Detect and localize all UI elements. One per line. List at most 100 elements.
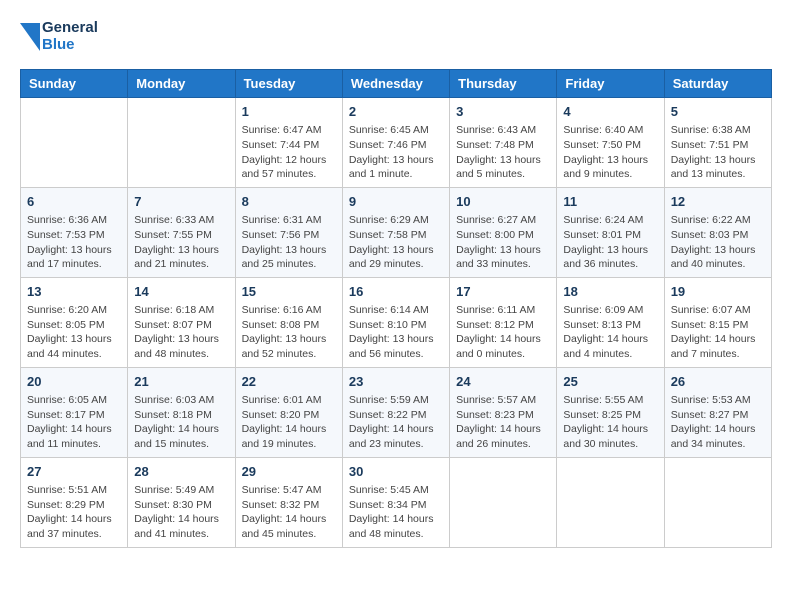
logo-triangle-icon (20, 23, 40, 51)
header-day-wednesday: Wednesday (342, 70, 449, 98)
logo: General Blue (20, 20, 98, 53)
calendar-cell: 8Sunrise: 6:31 AM Sunset: 7:56 PM Daylig… (235, 187, 342, 277)
header-day-tuesday: Tuesday (235, 70, 342, 98)
calendar-cell: 14Sunrise: 6:18 AM Sunset: 8:07 PM Dayli… (128, 277, 235, 367)
day-number: 24 (456, 373, 550, 391)
day-info: Sunrise: 6:20 AM Sunset: 8:05 PM Dayligh… (27, 303, 121, 362)
header-day-friday: Friday (557, 70, 664, 98)
calendar-cell: 9 Sunrise: 6:29 AM Sunset: 7:58 PM Daylig… (342, 187, 449, 277)
calendar-cell: 30 Sunrise: 5:45 AM Sunset: 8:34 PM Dayli… (342, 457, 449, 547)
header-day-saturday: Saturday (664, 70, 771, 98)
day-info: Sunrise: 6:47 AM Sunset: 7:44 PM Dayligh… (242, 123, 336, 182)
day-number: 16 (349, 283, 443, 301)
day-number: 7 (134, 193, 228, 211)
calendar-cell (664, 457, 771, 547)
day-info: Sunrise: 6:14 AM Sunset: 8:10 PM Dayligh… (349, 303, 443, 362)
day-info: Sunrise: 5:51 AM Sunset: 8:29 PM Dayligh… (27, 483, 121, 542)
day-info: Sunrise: 6:22 AM Sunset: 8:03 PM Dayligh… (671, 213, 765, 272)
logo-text: General Blue (42, 20, 98, 53)
calendar-cell: 23 Sunrise: 5:59 AM Sunset: 8:22 PM Dayli… (342, 367, 449, 457)
day-info: Sunrise: 5:53 AM Sunset: 8:27 PM Dayligh… (671, 393, 765, 452)
calendar-cell (128, 98, 235, 188)
day-info: Sunrise: 6:09 AM Sunset: 8:13 PM Dayligh… (563, 303, 657, 362)
calendar-cell: 2 Sunrise: 6:45 AM Sunset: 7:46 PM Daylig… (342, 98, 449, 188)
calendar-cell: 3Sunrise: 6:43 AM Sunset: 7:48 PM Daylig… (450, 98, 557, 188)
day-number: 12 (671, 193, 765, 211)
day-info: Sunrise: 6:01 AM Sunset: 8:20 PM Dayligh… (242, 393, 336, 452)
day-info: Sunrise: 6:40 AM Sunset: 7:50 PM Dayligh… (563, 123, 657, 182)
calendar-cell: 27 Sunrise: 5:51 AM Sunset: 8:29 PM Dayli… (21, 457, 128, 547)
day-info: Sunrise: 6:33 AM Sunset: 7:55 PM Dayligh… (134, 213, 228, 272)
day-number: 18 (563, 283, 657, 301)
day-info: Sunrise: 6:03 AM Sunset: 8:18 PM Dayligh… (134, 393, 228, 452)
day-info: Sunrise: 6:29 AM Sunset: 7:58 PM Dayligh… (349, 213, 443, 272)
day-number: 29 (242, 463, 336, 481)
day-info: Sunrise: 5:57 AM Sunset: 8:23 PM Dayligh… (456, 393, 550, 452)
day-info: Sunrise: 5:45 AM Sunset: 8:34 PM Dayligh… (349, 483, 443, 542)
day-number: 1 (242, 103, 336, 121)
day-number: 23 (349, 373, 443, 391)
day-info: Sunrise: 6:18 AM Sunset: 8:07 PM Dayligh… (134, 303, 228, 362)
calendar-week-2: 6 Sunrise: 6:36 AM Sunset: 7:53 PM Daylig… (21, 187, 772, 277)
calendar-cell: 13 Sunrise: 6:20 AM Sunset: 8:05 PM Dayli… (21, 277, 128, 367)
calendar-cell: 15Sunrise: 6:16 AM Sunset: 8:08 PM Dayli… (235, 277, 342, 367)
day-number: 22 (242, 373, 336, 391)
calendar-cell: 7 Sunrise: 6:33 AM Sunset: 7:55 PM Daylig… (128, 187, 235, 277)
day-info: Sunrise: 6:43 AM Sunset: 7:48 PM Dayligh… (456, 123, 550, 182)
calendar-cell: 1 Sunrise: 6:47 AM Sunset: 7:44 PM Daylig… (235, 98, 342, 188)
calendar-cell: 18 Sunrise: 6:09 AM Sunset: 8:13 PM Dayli… (557, 277, 664, 367)
day-number: 9 (349, 193, 443, 211)
day-number: 10 (456, 193, 550, 211)
calendar-cell: 20Sunrise: 6:05 AM Sunset: 8:17 PM Dayli… (21, 367, 128, 457)
day-number: 21 (134, 373, 228, 391)
day-number: 11 (563, 193, 657, 211)
day-info: Sunrise: 6:45 AM Sunset: 7:46 PM Dayligh… (349, 123, 443, 182)
calendar-cell: 16 Sunrise: 6:14 AM Sunset: 8:10 PM Dayli… (342, 277, 449, 367)
calendar-cell: 25 Sunrise: 5:55 AM Sunset: 8:25 PM Dayli… (557, 367, 664, 457)
calendar-cell: 5 Sunrise: 6:38 AM Sunset: 7:51 PM Daylig… (664, 98, 771, 188)
day-number: 25 (563, 373, 657, 391)
day-number: 13 (27, 283, 121, 301)
calendar-cell: 29Sunrise: 5:47 AM Sunset: 8:32 PM Dayli… (235, 457, 342, 547)
calendar-cell: 11 Sunrise: 6:24 AM Sunset: 8:01 PM Dayli… (557, 187, 664, 277)
header-day-monday: Monday (128, 70, 235, 98)
day-number: 28 (134, 463, 228, 481)
calendar-cell: 26Sunrise: 5:53 AM Sunset: 8:27 PM Dayli… (664, 367, 771, 457)
day-number: 8 (242, 193, 336, 211)
day-number: 2 (349, 103, 443, 121)
logo-container: General Blue (20, 20, 98, 53)
day-info: Sunrise: 5:59 AM Sunset: 8:22 PM Dayligh… (349, 393, 443, 452)
calendar-cell: 4Sunrise: 6:40 AM Sunset: 7:50 PM Daylig… (557, 98, 664, 188)
calendar-cell: 17 Sunrise: 6:11 AM Sunset: 8:12 PM Dayli… (450, 277, 557, 367)
day-number: 30 (349, 463, 443, 481)
calendar-cell: 10Sunrise: 6:27 AM Sunset: 8:00 PM Dayli… (450, 187, 557, 277)
calendar-cell (21, 98, 128, 188)
calendar-week-1: 1 Sunrise: 6:47 AM Sunset: 7:44 PM Daylig… (21, 98, 772, 188)
header-day-sunday: Sunday (21, 70, 128, 98)
day-number: 27 (27, 463, 121, 481)
day-info: Sunrise: 6:38 AM Sunset: 7:51 PM Dayligh… (671, 123, 765, 182)
calendar-week-4: 20Sunrise: 6:05 AM Sunset: 8:17 PM Dayli… (21, 367, 772, 457)
calendar-body: 1 Sunrise: 6:47 AM Sunset: 7:44 PM Daylig… (21, 98, 772, 548)
day-number: 6 (27, 193, 121, 211)
day-info: Sunrise: 6:16 AM Sunset: 8:08 PM Dayligh… (242, 303, 336, 362)
calendar-cell (450, 457, 557, 547)
calendar-week-3: 13 Sunrise: 6:20 AM Sunset: 8:05 PM Dayli… (21, 277, 772, 367)
calendar-table: SundayMondayTuesdayWednesdayThursdayFrid… (20, 69, 772, 548)
day-info: Sunrise: 6:24 AM Sunset: 8:01 PM Dayligh… (563, 213, 657, 272)
header-day-thursday: Thursday (450, 70, 557, 98)
calendar-cell: 19Sunrise: 6:07 AM Sunset: 8:15 PM Dayli… (664, 277, 771, 367)
calendar-week-5: 27 Sunrise: 5:51 AM Sunset: 8:29 PM Dayli… (21, 457, 772, 547)
day-info: Sunrise: 5:55 AM Sunset: 8:25 PM Dayligh… (563, 393, 657, 452)
calendar-cell (557, 457, 664, 547)
calendar-cell: 12 Sunrise: 6:22 AM Sunset: 8:03 PM Dayli… (664, 187, 771, 277)
calendar-cell: 6 Sunrise: 6:36 AM Sunset: 7:53 PM Daylig… (21, 187, 128, 277)
calendar-cell: 21 Sunrise: 6:03 AM Sunset: 8:18 PM Dayli… (128, 367, 235, 457)
day-info: Sunrise: 5:49 AM Sunset: 8:30 PM Dayligh… (134, 483, 228, 542)
day-number: 17 (456, 283, 550, 301)
page-header: General Blue (20, 20, 772, 53)
day-number: 5 (671, 103, 765, 121)
day-number: 19 (671, 283, 765, 301)
day-info: Sunrise: 6:36 AM Sunset: 7:53 PM Dayligh… (27, 213, 121, 272)
day-info: Sunrise: 6:11 AM Sunset: 8:12 PM Dayligh… (456, 303, 550, 362)
